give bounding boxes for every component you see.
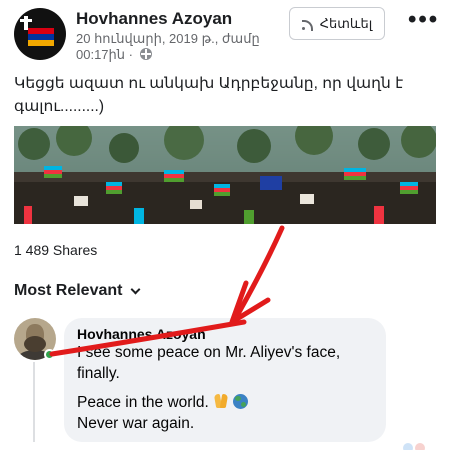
comment-text-line-1: I see some peace on Mr. Aliyev's face,: [77, 344, 341, 361]
post-time-row: 00:17ին ·: [76, 47, 276, 63]
post-header: Hovhannes Azoyan 20 հունվարի, 2019 թ., ժ…: [0, 0, 450, 64]
comment-text-line-4: Never war again.: [77, 415, 195, 432]
post-text: Կեցցե ազատ ու անկախ Ադրբեջանը, որ վաղն է…: [14, 75, 404, 115]
rss-icon: [301, 18, 314, 31]
annotation-arrow-shaft: [235, 225, 285, 317]
reaction-icon: [415, 443, 425, 450]
more-options-button[interactable]: •••: [408, 8, 439, 32]
folded-hands-icon: [213, 393, 229, 409]
armenian-flag-icon: [28, 28, 54, 46]
comment-bubble: Hovhannes Azoyan I see some peace on Mr.…: [64, 318, 386, 442]
rally-photo: [14, 126, 436, 224]
reply-thread-line: [33, 362, 35, 442]
post-time: 00:17ին ·: [76, 47, 133, 62]
comment-gap: [77, 384, 373, 392]
comment-text-line-2: finally.: [77, 365, 120, 382]
post-image[interactable]: [14, 126, 436, 224]
globe-icon: [139, 48, 152, 60]
earth-globe-icon: [233, 394, 249, 409]
sort-label: Most Relevant: [14, 282, 123, 299]
post-timestamp[interactable]: 20 հունվարի, 2019 թ., ժամը 00:17ին ·: [76, 31, 276, 63]
shares-count[interactable]: 1 489 Shares: [14, 242, 97, 258]
reaction-icon: [403, 443, 413, 450]
comment-sort-toggle[interactable]: Most Relevant: [14, 282, 141, 300]
post-date: 20 հունվարի, 2019 թ., ժամը: [76, 31, 260, 46]
annotation-arrow-head: [229, 280, 271, 325]
avatar-beard: [24, 336, 46, 352]
follow-button[interactable]: Հետևել: [289, 7, 385, 40]
post-author-name[interactable]: Hovhannes Azoyan: [76, 9, 232, 29]
chevron-down-icon: [131, 284, 141, 294]
comment-text-line-3-row: Peace in the world.: [77, 392, 373, 413]
comment-reactions[interactable]: [403, 443, 433, 450]
comment-text-line-3: Peace in the world.: [77, 394, 209, 411]
comment-author-name[interactable]: Hovhannes Azoyan: [77, 326, 373, 342]
page-avatar[interactable]: [14, 8, 66, 60]
follow-label: Հետևել: [319, 15, 373, 31]
online-status-dot: [44, 349, 55, 360]
